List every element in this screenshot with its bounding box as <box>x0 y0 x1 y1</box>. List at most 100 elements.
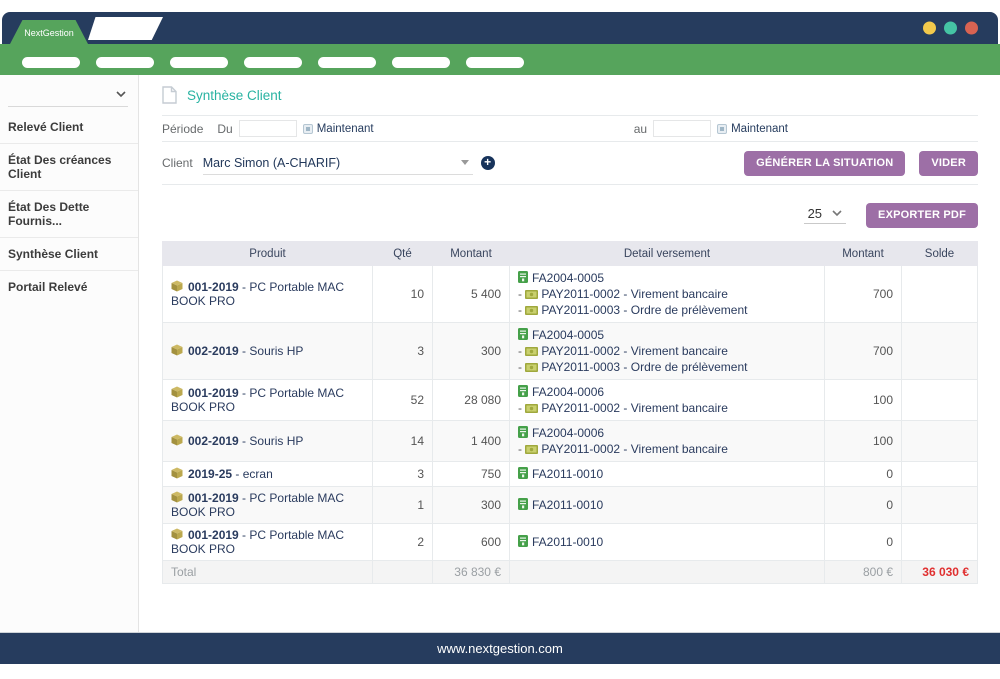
invoice-link[interactable]: FA2011-0010 <box>532 467 603 481</box>
banknote-icon <box>525 445 538 454</box>
invoice-icon <box>518 426 528 438</box>
package-icon <box>171 467 183 479</box>
add-client-button[interactable]: + <box>481 156 495 170</box>
sidebar-item-relev-client[interactable]: Relevé Client <box>0 111 138 144</box>
qty-cell: 3 <box>373 323 433 380</box>
package-icon <box>171 491 183 503</box>
table-total-row: Total36 830 €800 €36 030 € <box>163 561 978 584</box>
invoice-link[interactable]: FA2011-0010 <box>532 498 603 512</box>
nav-pill[interactable] <box>170 57 228 68</box>
nav-pill[interactable] <box>244 57 302 68</box>
window-dot-yellow[interactable] <box>923 22 936 35</box>
window-dot-red[interactable] <box>965 22 978 35</box>
payment-amount-cell: 0 <box>825 462 902 487</box>
solde-cell <box>902 487 978 524</box>
page-title: Synthèse Client <box>187 88 282 103</box>
banknote-icon <box>525 347 538 356</box>
product-name: ecran <box>243 467 273 481</box>
solde-cell <box>902 462 978 487</box>
decorative-tab <box>88 17 163 40</box>
date-to-now-link[interactable]: Maintenant <box>717 123 788 135</box>
date-to-input[interactable] <box>653 120 711 137</box>
nav-pill[interactable] <box>96 57 154 68</box>
footer-bar: www.nextgestion.com <box>0 632 1000 664</box>
invoice-link[interactable]: FA2004-0005 <box>532 328 604 342</box>
banknote-icon <box>525 290 538 299</box>
app-window: NextGestion Relevé ClientÉtat Des créanc… <box>0 0 1000 679</box>
product-code: 001-2019 <box>188 528 239 542</box>
invoice-link[interactable]: FA2004-0006 <box>532 426 604 440</box>
payment-detail-cell: FA2011-0010 <box>510 462 825 487</box>
table-toolbar: 25 EXPORTER PDF <box>162 202 978 228</box>
qty-cell: 10 <box>373 266 433 323</box>
sidebar-item-portail-relev[interactable]: Portail Relevé <box>0 271 138 303</box>
brand-tab[interactable]: NextGestion <box>10 20 88 44</box>
client-select[interactable]: Marc Simon (A-CHARIF) <box>203 151 473 175</box>
nav-pill[interactable] <box>318 57 376 68</box>
product-code: 2019-25 <box>188 467 232 481</box>
clear-button[interactable]: VIDER <box>919 151 978 176</box>
sidebar-dropdown[interactable] <box>8 83 128 107</box>
total-label: Total <box>163 561 373 584</box>
banknote-icon <box>525 363 538 372</box>
amount-cell: 750 <box>433 462 510 487</box>
banknote-icon <box>525 306 538 315</box>
payment-link[interactable]: PAY2011-0002 - Virement bancaire <box>541 344 728 358</box>
product-cell: 001-2019 - PC Portable MAC BOOK PRO <box>163 266 373 323</box>
nav-pill[interactable] <box>22 57 80 68</box>
solde-cell <box>902 421 978 462</box>
product-name: Souris HP <box>249 344 303 358</box>
product-name: Souris HP <box>249 434 303 448</box>
invoice-link[interactable]: FA2011-0010 <box>532 535 603 549</box>
invoice-link[interactable]: FA2004-0006 <box>532 385 604 399</box>
package-icon <box>171 434 183 446</box>
sidebar-item-synth-se-client[interactable]: Synthèse Client <box>0 238 138 271</box>
qty-cell: 2 <box>373 524 433 561</box>
page-header: Synthèse Client <box>162 75 978 115</box>
window-dot-teal[interactable] <box>944 22 957 35</box>
payment-link[interactable]: PAY2011-0002 - Virement bancaire <box>541 287 728 301</box>
package-icon <box>171 344 183 356</box>
amount-cell: 28 080 <box>433 380 510 421</box>
calendar-icon <box>303 124 313 134</box>
invoice-icon <box>518 385 528 397</box>
product-code: 002-2019 <box>188 344 239 358</box>
amount-cell: 1 400 <box>433 421 510 462</box>
sidebar-menu: Relevé ClientÉtat Des créances ClientÉta… <box>0 111 138 303</box>
sidebar-item-tat-des-cr-ances-client[interactable]: État Des créances Client <box>0 144 138 191</box>
client-select-value: Marc Simon (A-CHARIF) <box>203 156 461 170</box>
product-cell: 001-2019 - PC Portable MAC BOOK PRO <box>163 524 373 561</box>
client-filter-row: Client Marc Simon (A-CHARIF) + GÉNÉRER L… <box>162 142 978 185</box>
amount-cell: 600 <box>433 524 510 561</box>
table-row: 2019-25 - ecran3750FA2011-00100 <box>163 462 978 487</box>
package-icon <box>171 528 183 540</box>
payment-link[interactable]: PAY2011-0003 - Ordre de prélèvement <box>541 303 747 317</box>
payment-amount-cell: 0 <box>825 487 902 524</box>
main-panel: Synthèse Client Période Du Maintenant au <box>139 75 1000 632</box>
date-from-now-link[interactable]: Maintenant <box>303 123 374 135</box>
payment-link[interactable]: PAY2011-0002 - Virement bancaire <box>541 401 728 415</box>
invoice-icon <box>518 467 528 479</box>
export-pdf-button[interactable]: EXPORTER PDF <box>866 203 978 228</box>
product-cell: 002-2019 - Souris HP <box>163 323 373 380</box>
qty-cell: 3 <box>373 462 433 487</box>
package-icon <box>171 386 183 398</box>
qty-cell: 52 <box>373 380 433 421</box>
nav-pill[interactable] <box>392 57 450 68</box>
invoice-icon <box>518 271 528 283</box>
payment-link[interactable]: PAY2011-0003 - Ordre de prélèvement <box>541 360 747 374</box>
footer-url[interactable]: www.nextgestion.com <box>437 641 563 656</box>
sidebar-item-tat-des-dette-fournis[interactable]: État Des Dette Fournis... <box>0 191 138 238</box>
product-cell: 001-2019 - PC Portable MAC BOOK PRO <box>163 380 373 421</box>
page-size-select[interactable]: 25 <box>804 206 846 224</box>
payment-detail-cell: FA2011-0010 <box>510 487 825 524</box>
amount-cell: 5 400 <box>433 266 510 323</box>
payment-link[interactable]: PAY2011-0002 - Virement bancaire <box>541 442 728 456</box>
nav-pill[interactable] <box>466 57 524 68</box>
generate-situation-button[interactable]: GÉNÉRER LA SITUATION <box>744 151 905 176</box>
table-row: 001-2019 - PC Portable MAC BOOK PRO2600 F… <box>163 524 978 561</box>
calendar-icon <box>717 124 727 134</box>
client-label: Client <box>162 156 193 170</box>
date-from-input[interactable] <box>239 120 297 137</box>
invoice-link[interactable]: FA2004-0005 <box>532 271 604 285</box>
